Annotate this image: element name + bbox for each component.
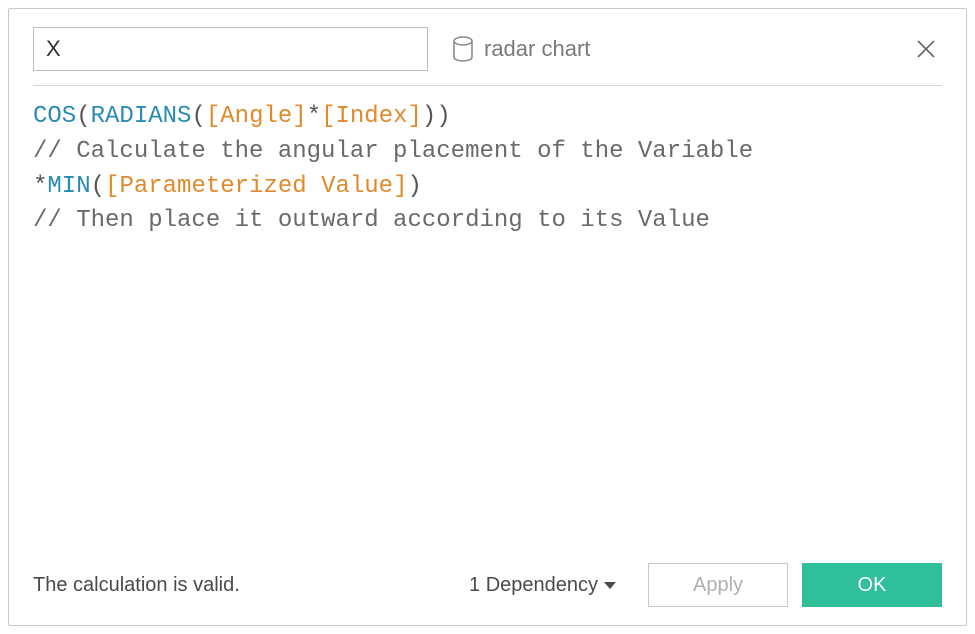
- chevron-down-icon: [604, 582, 616, 589]
- token-field: Parameterized Value: [119, 173, 393, 200]
- token-op: *: [33, 173, 47, 200]
- header-divider: [33, 85, 942, 86]
- dialog-header: radar chart: [33, 27, 942, 71]
- calc-name-input[interactable]: [33, 27, 428, 71]
- calculation-editor-dialog: radar chart COS(RADIANS([Angle]*[Index])…: [8, 8, 967, 626]
- token-bracket: [: [321, 103, 335, 130]
- token-bracket: ]: [393, 173, 407, 200]
- formula-code[interactable]: COS(RADIANS([Angle]*[Index])) // Calcula…: [33, 100, 942, 239]
- expand-handle[interactable]: [940, 285, 942, 308]
- token-bracket: ]: [292, 103, 306, 130]
- formula-editor[interactable]: COS(RADIANS([Angle]*[Index])) // Calcula…: [33, 100, 942, 551]
- token-bracket: [: [105, 173, 119, 200]
- token-field: Angle: [220, 103, 292, 130]
- dependency-dropdown[interactable]: 1 Dependency: [469, 574, 616, 597]
- token-op: *: [307, 103, 321, 130]
- dependency-label: 1 Dependency: [469, 574, 598, 597]
- token-comment: // Calculate the angular placement of th…: [33, 138, 753, 165]
- token-func: COS: [33, 103, 76, 130]
- token-func: MIN: [47, 173, 90, 200]
- token-paren: (: [91, 173, 105, 200]
- token-paren: ): [436, 103, 450, 130]
- token-paren: ): [408, 173, 422, 200]
- token-paren: (: [191, 103, 205, 130]
- ok-button[interactable]: OK: [802, 563, 942, 607]
- apply-button[interactable]: Apply: [648, 563, 788, 607]
- token-func: RADIANS: [91, 103, 192, 130]
- token-paren: (: [76, 103, 90, 130]
- validation-status: The calculation is valid.: [33, 574, 455, 597]
- token-comment: // Then place it outward according to it…: [33, 207, 710, 234]
- data-source-context[interactable]: radar chart: [444, 36, 894, 62]
- dialog-footer: The calculation is valid. 1 Dependency A…: [33, 551, 942, 607]
- token-bracket: [: [206, 103, 220, 130]
- data-source-label: radar chart: [484, 36, 590, 62]
- token-field: Index: [336, 103, 408, 130]
- token-bracket: ]: [408, 103, 422, 130]
- token-paren: ): [422, 103, 436, 130]
- close-button[interactable]: [910, 33, 942, 65]
- database-icon: [452, 36, 474, 62]
